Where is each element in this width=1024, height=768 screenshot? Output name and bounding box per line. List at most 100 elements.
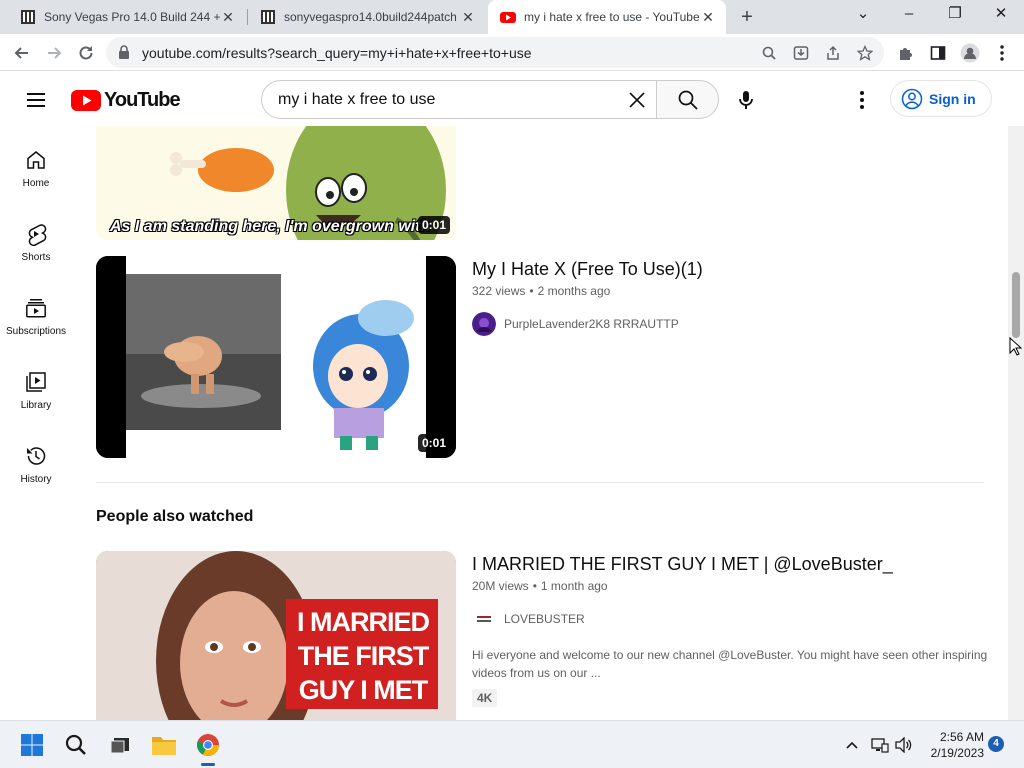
youtube-logo[interactable]: YouTube [71, 88, 181, 111]
forward-button[interactable] [42, 41, 66, 65]
youtube-wordmark: YouTube [104, 88, 181, 111]
youtube-masthead: YouTube my i hate x free to use Sign in [0, 72, 1024, 126]
video-duration-badge: 0:01 [417, 216, 450, 234]
show-hidden-icons-chevron[interactable] [842, 735, 862, 755]
video-title-link[interactable]: I MARRIED THE FIRST GUY I MET | @LoveBus… [472, 554, 893, 575]
tab-youtube-active[interactable]: my i hate x free to use - YouTube ✕ [488, 0, 726, 34]
taskbar-search-button[interactable] [62, 731, 90, 759]
thumbnail-text-line: I MARRIED [297, 607, 430, 637]
channel-name: PurpleLavender2K8 RRRAUTTP [504, 317, 679, 331]
folder-icon [152, 737, 176, 755]
reload-icon [79, 46, 93, 60]
upload-age: 1 month ago [540, 579, 608, 593]
network-icon[interactable] [870, 735, 890, 755]
close-window-button[interactable]: ✕ [978, 0, 1024, 30]
minimize-button[interactable]: – [886, 0, 932, 30]
view-count: 322 views [472, 284, 526, 298]
tab-sony-vegas[interactable]: Sony Vegas Pro 14.0 Build 244 + ✕ [8, 0, 246, 34]
youtube-play-logo-icon [71, 89, 101, 111]
search-query-text: my i hate x free to use [278, 91, 436, 108]
bookmark-star-icon[interactable] [856, 44, 874, 62]
page-scrollbar-thumb[interactable] [1012, 272, 1020, 338]
reload-button[interactable] [74, 41, 98, 65]
channel-avatar[interactable] [472, 312, 496, 336]
extensions-puzzle-icon[interactable] [896, 43, 916, 63]
chrome-icon [197, 734, 219, 756]
thumbnail-text-line: GUY I MET [298, 675, 429, 705]
task-view-icon [110, 738, 129, 754]
tab-title: Sony Vegas Pro 14.0 Build 244 + [44, 10, 220, 24]
profile-avatar-icon[interactable] [960, 43, 980, 63]
tab-search-dropdown-icon[interactable]: ⌄ [840, 0, 886, 30]
chrome-taskbar-button[interactable] [194, 731, 222, 759]
search-page-icon[interactable] [760, 44, 778, 62]
upload-age: 2 months ago [537, 284, 611, 298]
tab-title: my i hate x free to use - YouTube [524, 10, 700, 24]
volume-speaker-icon[interactable] [894, 735, 914, 755]
tab-close-icon[interactable]: ✕ [700, 9, 716, 25]
windows-taskbar: 2:56 AM 2/19/2023 4 [0, 720, 1024, 768]
back-button[interactable] [10, 41, 34, 65]
video-thumbnail[interactable]: 0:01 [96, 256, 456, 458]
video-metadata: 322 views • 2 months ago [472, 284, 611, 298]
clear-search-icon[interactable] [626, 89, 648, 111]
channel-link[interactable]: PurpleLavender2K8 RRRAUTTP [472, 312, 679, 336]
browser-toolbar: youtube.com/results?search_query=my+i+ha… [0, 34, 1024, 71]
task-view-button[interactable] [106, 731, 134, 759]
tab-close-icon[interactable]: ✕ [220, 9, 236, 25]
tab-close-icon[interactable]: ✕ [460, 9, 476, 25]
file-explorer-button[interactable] [150, 731, 178, 759]
tab-title: sonyvegaspro14.0build244patch [284, 10, 457, 24]
quality-badge: 4K [472, 689, 498, 707]
clock-time: 2:56 AM [939, 730, 984, 744]
settings-kebab-icon[interactable] [850, 88, 874, 112]
video-metadata: 20M views • 1 month ago [472, 579, 608, 593]
search-button[interactable] [656, 80, 719, 119]
browser-tab-strip: Sony Vegas Pro 14.0 Build 244 + ✕ sonyve… [0, 0, 1024, 34]
video-description: Hi everyone and welcome to our new chann… [472, 648, 988, 680]
lock-icon [119, 45, 129, 59]
document-favicon-icon [21, 10, 35, 24]
youtube-favicon-icon [500, 12, 516, 23]
sign-in-button[interactable]: Sign in [890, 80, 992, 117]
video-thumbnail[interactable]: As I am standing here, I'm overgrown wit… [96, 126, 456, 240]
search-input[interactable]: my i hate x free to use [261, 80, 656, 119]
system-clock[interactable]: 2:56 AM 2/19/2023 [920, 729, 984, 761]
thumbnail-text-line: THE FIRST [297, 641, 430, 671]
section-divider [96, 482, 984, 483]
search-icon [678, 90, 698, 110]
tab-sony-vegas-patch[interactable]: sonyvegaspro14.0build244patch ✕ [248, 0, 486, 34]
clock-date: 2/19/2023 [930, 746, 984, 760]
active-app-indicator [201, 763, 215, 766]
voice-search-mic-icon[interactable] [734, 88, 758, 112]
share-icon[interactable] [824, 44, 842, 62]
new-tab-button[interactable]: + [736, 7, 758, 29]
video-title-link[interactable]: My I Hate X (Free To Use)(1) [472, 259, 703, 280]
maximize-button[interactable]: ❐ [932, 0, 978, 30]
search-results: As I am standing here, I'm overgrown wit… [0, 126, 1008, 720]
notification-count-badge[interactable]: 4 [988, 736, 1004, 752]
install-app-icon[interactable] [792, 44, 810, 62]
sign-in-label: Sign in [929, 90, 976, 107]
side-panel-icon[interactable] [928, 43, 948, 63]
video-thumbnail[interactable]: I MARRIED THE FIRST GUY I MET [96, 551, 456, 720]
chrome-menu-icon[interactable] [992, 43, 1012, 63]
hamburger-menu-icon[interactable] [24, 88, 48, 112]
mouse-pointer-icon [1009, 337, 1023, 356]
page-scrollbar-track[interactable] [1008, 126, 1024, 720]
people-also-watched-heading: People also watched [96, 508, 254, 525]
start-button[interactable] [18, 731, 46, 759]
address-bar[interactable]: youtube.com/results?search_query=my+i+ha… [106, 37, 884, 68]
arrow-left-icon [14, 47, 28, 59]
channel-link[interactable]: LOVEBUSTER [472, 607, 585, 631]
video-duration-badge: 0:01 [417, 434, 450, 452]
thumbnail-overlay-text: I MARRIED THE FIRST GUY I MET [290, 605, 436, 707]
account-circle-icon [901, 88, 923, 109]
clip-thumbnail-art [96, 256, 456, 458]
channel-avatar[interactable] [472, 607, 496, 631]
windows-logo-icon [21, 734, 43, 756]
document-favicon-icon [261, 10, 275, 24]
view-count: 20M views [472, 579, 529, 593]
url-text: youtube.com/results?search_query=my+i+ha… [142, 45, 532, 61]
thumbnail-caption-text: As I am standing here, I'm overgrown wit… [110, 218, 431, 235]
